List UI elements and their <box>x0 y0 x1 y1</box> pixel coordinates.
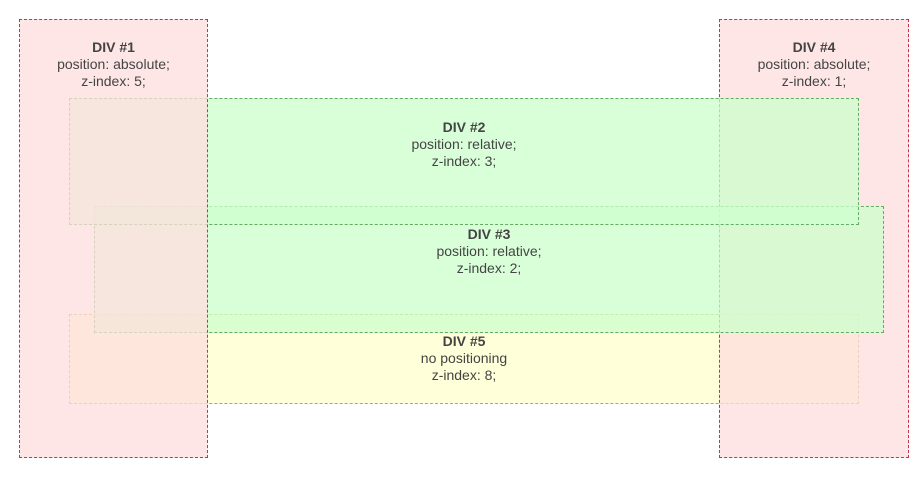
div-1-position: position: absolute; <box>57 56 170 72</box>
div-3-position: position: relative; <box>436 243 542 259</box>
div-1-box: DIV #1 position: absolute; z-index: 5; <box>19 19 208 458</box>
div-4-zindex: z-index: 1; <box>781 73 847 89</box>
div-1-zindex: z-index: 5; <box>81 73 146 89</box>
div-1-title: DIV #1 <box>92 39 135 55</box>
div-3-box: DIV #3 position: relative; z-index: 2; <box>94 206 884 333</box>
div-3-zindex: z-index: 2; <box>456 260 522 276</box>
div-3-title: DIV #3 <box>467 226 511 242</box>
div-4-title: DIV #4 <box>792 39 836 55</box>
div-4-position: position: absolute; <box>757 56 871 72</box>
